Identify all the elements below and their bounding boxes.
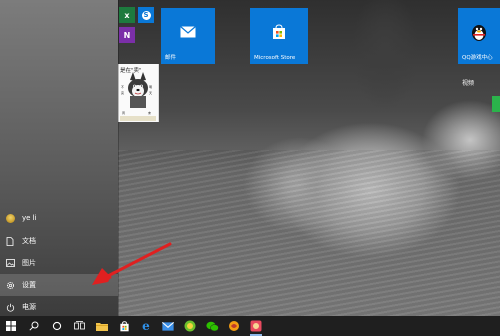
- search-button[interactable]: [22, 316, 45, 336]
- photo-tile[interactable]: 是在"卖" 不 完 明 天 周 末: [118, 64, 159, 122]
- qq-penguin-icon: [472, 25, 486, 41]
- onenote-icon: N: [123, 30, 131, 40]
- svg-text:不: 不: [121, 85, 124, 89]
- user-account-item[interactable]: ye li: [0, 207, 118, 229]
- cortana-circle-icon: [52, 321, 61, 331]
- document-icon: [6, 236, 14, 246]
- qq-game-tile[interactable]: QQ游戏中心: [458, 8, 500, 64]
- start-button[interactable]: [0, 316, 22, 336]
- qq-game-tile-label: QQ游戏中心: [462, 55, 493, 61]
- photo-app-taskbar[interactable]: [245, 316, 267, 336]
- mail-taskbar-icon: [162, 321, 174, 331]
- task-view-icon: [74, 321, 85, 330]
- orange-app-taskbar[interactable]: [223, 316, 245, 336]
- gear-icon: [6, 281, 14, 289]
- wallpaper-texture: [118, 150, 500, 316]
- excel-mini-tile[interactable]: x: [119, 7, 135, 23]
- mail-icon: [180, 26, 196, 38]
- wechat-taskbar[interactable]: [201, 316, 223, 336]
- edge-icon: e: [142, 319, 150, 333]
- green-app-tile[interactable]: [492, 96, 500, 112]
- skype-mini-tile[interactable]: S: [138, 7, 154, 23]
- mail-tile-label: 邮件: [165, 55, 177, 61]
- store-bag-icon: [273, 24, 285, 39]
- user-avatar-icon: [5, 213, 15, 223]
- search-icon: [28, 321, 38, 331]
- windows-logo-icon: [6, 321, 16, 331]
- cortana-button[interactable]: [45, 316, 68, 336]
- svg-text:完: 完: [121, 90, 124, 95]
- store-taskbar[interactable]: [113, 316, 135, 336]
- store-bag-taskbar-icon: [119, 320, 129, 331]
- photo-app-icon: [250, 320, 262, 332]
- user-name: ye li: [22, 214, 37, 222]
- mail-taskbar[interactable]: [157, 316, 179, 336]
- onenote-mini-tile[interactable]: N: [119, 27, 135, 43]
- documents-label: 文档: [22, 237, 36, 245]
- skype-icon: S: [141, 10, 151, 20]
- file-explorer-taskbar[interactable]: [91, 316, 113, 336]
- husky-image: 不 完 明 天 周 末: [120, 72, 156, 121]
- browser-360-icon: [184, 320, 196, 332]
- taskbar: e: [0, 316, 500, 336]
- store-tile[interactable]: Microsoft Store: [250, 8, 308, 64]
- folder-icon: [96, 323, 108, 331]
- power-icon: [6, 303, 14, 312]
- settings-label: 设置: [22, 281, 36, 289]
- power-item[interactable]: 电源: [0, 296, 118, 318]
- store-tile-label: Microsoft Store: [254, 55, 296, 61]
- wechat-icon: [205, 321, 219, 331]
- power-label: 电源: [22, 303, 36, 311]
- excel-icon: x: [124, 10, 130, 20]
- svg-text:末: 末: [148, 110, 151, 115]
- video-tile-label: 视频: [462, 80, 475, 87]
- svg-text:天: 天: [149, 91, 152, 95]
- annotation-arrow: [92, 242, 172, 285]
- task-view-button[interactable]: [68, 316, 91, 336]
- orange-app-icon: [229, 321, 239, 331]
- picture-icon: [5, 259, 15, 267]
- mail-tile[interactable]: 邮件: [161, 8, 215, 64]
- browser-360-taskbar[interactable]: [179, 316, 201, 336]
- edge-taskbar[interactable]: e: [135, 316, 157, 336]
- pictures-label: 图片: [22, 259, 36, 267]
- svg-text:明: 明: [149, 85, 152, 89]
- svg-text:周: 周: [122, 110, 125, 115]
